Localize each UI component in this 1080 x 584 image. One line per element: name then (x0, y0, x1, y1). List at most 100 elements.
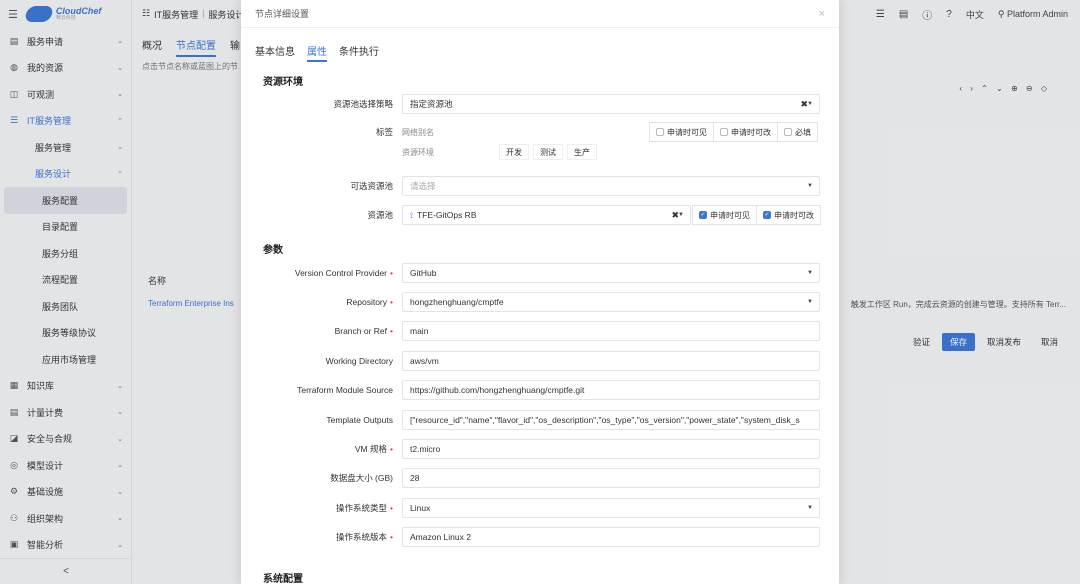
param-row: Template Outputs ["resource_id","name","f… (241, 410, 839, 430)
param-select[interactable]: hongzhenghuang/cmptfe ▼ (402, 292, 820, 312)
param-value: https://github.com/hongzhenghuang/cmptfe… (410, 385, 585, 395)
param-label-text: 操作系统类型 (336, 503, 388, 513)
env-option-prod[interactable]: 生产 (567, 144, 597, 160)
param-input[interactable]: main (402, 321, 820, 341)
pool-strategy-value: 指定资源池 (410, 99, 453, 109)
label-tags: 标签 (375, 127, 393, 137)
tag-area: 网络别名 资源环境 开发 测试 生产 (402, 122, 601, 162)
pool-select[interactable]: ⟟ TFE-GitOps RB ✖ ▼ (402, 205, 691, 225)
param-input[interactable]: https://github.com/hongzhenghuang/cmptfe… (402, 380, 820, 400)
param-value: Amazon Linux 2 (410, 532, 471, 542)
param-row: Repository • hongzhenghuang/cmptfe ▼ (241, 292, 839, 312)
label-pool: 资源池 (367, 210, 393, 220)
optional-pool-placeholder: 请选择 (410, 181, 436, 191)
modal-title: 节点详细设置 (255, 9, 310, 19)
param-row: Version Control Provider • GitHub ▼ (241, 263, 839, 283)
param-row: 数据盘大小 (GB) 28 (241, 468, 839, 488)
checkbox-visible-on-request[interactable]: 申请时可见 (650, 123, 714, 141)
checkbox-label: 申请时可改 (774, 210, 814, 220)
tab-basic-info[interactable]: 基本信息 (255, 43, 295, 62)
optional-pool-select[interactable]: 请选择 ▼ (402, 176, 820, 196)
pool-checkbox-group: ✓ 申请时可见 ✓ 申请时可改 (692, 205, 821, 225)
section-title-system: 系统配置 (263, 574, 303, 584)
required-marker: • (390, 297, 393, 307)
checkbox-icon (720, 128, 728, 136)
required-marker: • (390, 532, 393, 542)
row-pool-strategy: 资源池选择策略 指定资源池 ✖ ▼ (241, 94, 839, 114)
param-input[interactable]: aws/vm (402, 351, 820, 371)
caret-down-icon: ▼ (807, 101, 813, 107)
checkbox-label: 申请时可改 (731, 127, 771, 137)
param-value: 28 (410, 473, 420, 483)
caret-down-icon: ▼ (678, 212, 684, 218)
terraform-icon: ⟟ (410, 211, 413, 220)
param-input[interactable]: 28 (402, 468, 820, 488)
required-marker: • (390, 268, 393, 278)
section-title-params: 参数 (263, 245, 283, 256)
param-value: hongzhenghuang/cmptfe (410, 297, 504, 307)
param-input[interactable]: t2.micro (402, 439, 820, 459)
param-value: GitHub (410, 268, 437, 278)
required-marker: • (390, 503, 393, 513)
label-optional-pool: 可选资源池 (350, 181, 393, 191)
param-label: Template Outputs (326, 410, 393, 430)
param-label-text: Repository (346, 297, 388, 307)
caret-down-icon: ▼ (807, 183, 813, 189)
param-value: aws/vm (410, 356, 439, 366)
env-tag-label: 资源环境 (402, 147, 434, 157)
param-row: 操作系统版本 • Amazon Linux 2 (241, 527, 839, 547)
checkbox-required[interactable]: 必填 (778, 123, 817, 141)
modal-tabs: 基本信息 属性 条件执行 (255, 43, 379, 62)
required-marker: • (390, 444, 393, 454)
param-select[interactable]: GitHub ▼ (402, 263, 820, 283)
param-value: t2.micro (410, 444, 441, 454)
param-label: 操作系统类型 • (336, 498, 393, 518)
node-settings-modal: 节点详细设置 × 基本信息 属性 条件执行 资源环境 资源池选择策略 指定资源池… (241, 0, 839, 584)
checked-icon: ✓ (699, 211, 707, 219)
param-input[interactable]: ["resource_id","name","flavor_id","os_de… (402, 410, 820, 430)
checkbox-editable-on-request[interactable]: 申请时可改 (714, 123, 778, 141)
tag-line-alias: 网络别名 (402, 122, 601, 142)
param-label: Repository • (346, 292, 393, 312)
param-value: ["resource_id","name","flavor_id","os_de… (410, 415, 800, 425)
param-label: Branch or Ref • (335, 321, 393, 341)
row-optional-pool: 可选资源池 请选择 ▼ (241, 176, 839, 196)
tab-properties[interactable]: 属性 (307, 43, 327, 62)
param-input[interactable]: Amazon Linux 2 (402, 527, 820, 547)
checkbox-icon (656, 128, 664, 136)
caret-down-icon: ▼ (807, 299, 813, 305)
caret-down-icon: ▼ (807, 270, 813, 276)
label-pool-strategy: 资源池选择策略 (333, 99, 393, 109)
checkbox-label: 申请时可见 (710, 210, 750, 220)
param-row: 操作系统类型 • Linux ▼ (241, 498, 839, 518)
env-option-test[interactable]: 测试 (533, 144, 563, 160)
param-label-text: 操作系统版本 (336, 532, 388, 542)
param-value: Linux (410, 503, 431, 513)
param-row: Working Directory aws/vm (241, 351, 839, 371)
modal-header: 节点详细设置 (241, 0, 839, 28)
tag-checkbox-group: 申请时可见 申请时可改 必填 (649, 122, 818, 142)
param-select[interactable]: Linux ▼ (402, 498, 820, 518)
pool-checkbox-editable[interactable]: ✓ 申请时可改 (757, 206, 820, 224)
env-option-dev[interactable]: 开发 (499, 144, 529, 160)
param-label: Version Control Provider • (295, 263, 393, 283)
checked-icon: ✓ (763, 211, 771, 219)
section-title-env: 资源环境 (263, 77, 303, 88)
checkbox-label: 必填 (795, 127, 811, 137)
close-icon[interactable]: × (819, 8, 825, 20)
param-label-text: Working Directory (325, 356, 393, 366)
param-label-text: 数据盘大小 (GB) (330, 473, 393, 483)
param-row: VM 规格 • t2.micro (241, 439, 839, 459)
checkbox-icon (784, 128, 792, 136)
param-row: Terraform Module Source https://github.co… (241, 380, 839, 400)
param-label-text: Version Control Provider (294, 268, 388, 278)
param-label-text: VM 规格 (354, 444, 388, 454)
param-label-text: Terraform Module Source (297, 385, 393, 395)
tab-conditional-exec[interactable]: 条件执行 (339, 43, 379, 62)
param-label-text: Template Outputs (326, 415, 393, 425)
param-label: Terraform Module Source (297, 380, 393, 400)
param-value: main (410, 326, 429, 336)
pool-checkbox-visible[interactable]: ✓ 申请时可见 (693, 206, 757, 224)
net-alias-label: 网络别名 (402, 127, 434, 137)
pool-strategy-select[interactable]: 指定资源池 ✖ ▼ (402, 94, 820, 114)
